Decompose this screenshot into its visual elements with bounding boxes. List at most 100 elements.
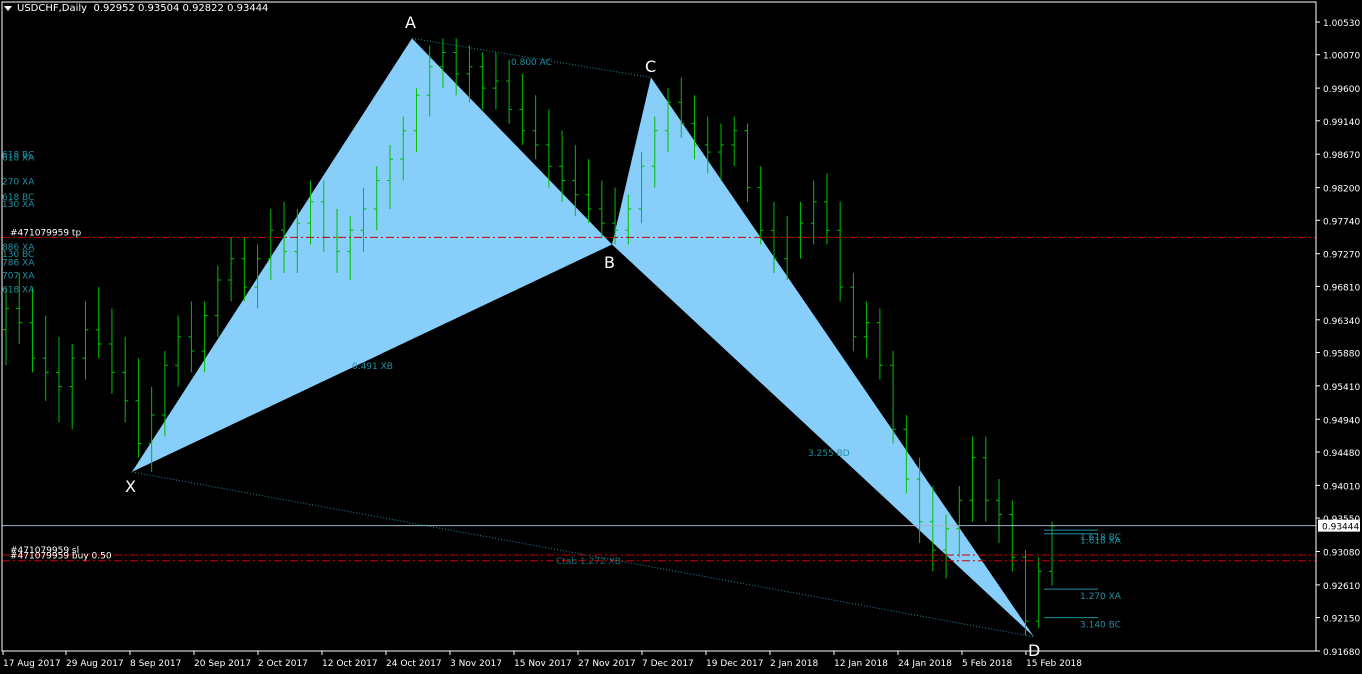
time-tick-label: 12 Jan 2018 <box>834 659 888 669</box>
ohlc-bar <box>876 308 883 380</box>
ohlc-bar <box>996 479 1003 543</box>
time-tick-label: 7 Dec 2017 <box>642 659 694 669</box>
time-tick-label: 17 Aug 2017 <box>3 659 61 669</box>
candles <box>3 38 1055 636</box>
left-level-label: 618 XA <box>2 153 35 163</box>
price-tick-label: 0.92610 <box>1323 582 1360 592</box>
ohlc-bar <box>122 336 129 423</box>
price-tick-label: 0.95880 <box>1323 349 1360 359</box>
ohlc-bar <box>466 45 473 103</box>
time-tick-label: 2 Jan 2018 <box>770 659 818 669</box>
harmonic-pattern <box>131 37 1035 638</box>
left-level-label: 786 XA <box>2 259 35 269</box>
order-label: #471079959 tp <box>10 228 81 238</box>
price-tick-label: 0.99600 <box>1323 85 1360 95</box>
ohlc-bar <box>532 95 539 160</box>
chart-window: #471079959 tp #471079959 sl #471079959 buy… <box>0 0 1362 674</box>
price-chart[interactable]: #471079959 tp#471079959 sl#471079959 buy… <box>0 0 1362 674</box>
ohlc-bar <box>479 52 486 110</box>
time-tick-label: 20 Sep 2017 <box>194 659 251 669</box>
ohlc-bar <box>95 287 102 359</box>
pattern-triangle-xab <box>132 38 612 472</box>
ohlc-bar <box>757 166 764 245</box>
time-tick-label: 27 Nov 2017 <box>578 659 636 669</box>
ratio-xb-label: 0.491 XB <box>352 362 393 372</box>
level-lines <box>2 236 1316 652</box>
ohlc-bar <box>585 159 592 224</box>
ohlc-bar <box>492 52 499 110</box>
chart-labels: #471079959 tp#471079959 sl#471079959 buy… <box>2 13 1122 660</box>
extension-label: Ctab 1.272 XB <box>556 557 621 567</box>
time-tick-label: 2 Oct 2017 <box>258 659 308 669</box>
ratio-bd-label: 3.255 BD <box>808 449 850 459</box>
ohlc-bar <box>214 265 221 337</box>
ohlc-bar <box>731 116 738 167</box>
ratio-ac-label: 0.800 AC <box>511 58 552 68</box>
d-level-label: 3.140 BC <box>1080 621 1121 631</box>
ohlc-bar <box>810 180 817 245</box>
price-tick-label: 0.98670 <box>1323 151 1360 161</box>
ohlc-bar <box>135 358 142 458</box>
time-tick-label: 15 Nov 2017 <box>514 659 572 669</box>
order-label: #471079959 buy 0.50 <box>10 552 112 562</box>
price-tick-label: 0.93080 <box>1323 548 1360 558</box>
menu-arrow-icon[interactable] <box>4 5 12 11</box>
ohlc-bar <box>784 216 791 280</box>
d-level-label: 1.270 XA <box>1080 592 1122 602</box>
price-tick-label: 1.00530 <box>1323 19 1360 29</box>
left-level-label: 130 XA <box>2 200 35 210</box>
ohlc-bar <box>717 123 724 181</box>
pattern-point-label: C <box>645 57 656 76</box>
price-tick-label: 0.99140 <box>1323 118 1360 128</box>
symbol-label: USDCHF,Daily <box>17 3 88 14</box>
left-level-label: 707 XA <box>2 271 35 281</box>
price-tick-label: 0.96340 <box>1323 317 1360 327</box>
price-tick-label: 0.94940 <box>1323 416 1360 426</box>
price-tick-label: 0.94010 <box>1323 482 1360 492</box>
current-price-box: 0.93444 <box>1318 519 1360 533</box>
ohlc-bar <box>545 109 552 188</box>
ohlc-bar <box>108 308 115 394</box>
time-tick-label: 24 Oct 2017 <box>386 659 442 669</box>
ohlc-bar <box>29 287 36 373</box>
d-level-label: 1.618 XA <box>1080 537 1122 547</box>
ohlc-bar <box>1049 521 1055 586</box>
chart-title[interactable]: USDCHF,Daily 0.92952 0.93504 0.92822 0.9… <box>4 3 268 15</box>
ohlc-bar <box>823 173 830 245</box>
price-tick-label: 0.97740 <box>1323 217 1360 227</box>
price-tick-label: 0.98200 <box>1323 185 1360 195</box>
ohlc-bar <box>598 180 605 238</box>
ohlc-bar <box>228 237 235 302</box>
ohlc-bar <box>175 315 182 387</box>
price-tick-label: 0.97270 <box>1323 251 1360 261</box>
ohlc-values: 0.92952 0.93504 0.92822 0.93444 <box>93 3 269 14</box>
left-level-label: 270 XA <box>2 177 35 187</box>
price-tick-label: 0.95410 <box>1323 383 1360 393</box>
price-tick-label: 0.96810 <box>1323 283 1360 293</box>
time-tick-label: 3 Nov 2017 <box>450 659 502 669</box>
time-tick-label: 8 Sep 2017 <box>130 659 181 669</box>
time-tick-label: 29 Aug 2017 <box>66 659 124 669</box>
pattern-point-label: B <box>604 253 615 272</box>
ohlc-bar <box>982 436 989 522</box>
ohlc-bar <box>797 201 804 259</box>
time-tick-label: 24 Jan 2018 <box>898 659 952 669</box>
ohlc-bar <box>519 73 526 145</box>
ohlc-bar <box>1035 557 1042 629</box>
ohlc-bar <box>241 237 248 302</box>
ohlc-bar <box>69 343 76 430</box>
price-tick-label: 0.94480 <box>1323 449 1360 459</box>
left-level-label: 618 XA <box>2 286 35 296</box>
ohlc-bar <box>188 301 195 373</box>
ohlc-bar <box>969 436 976 522</box>
time-tick-label: 15 Feb 2018 <box>1026 659 1082 669</box>
ohlc-bar <box>55 336 62 423</box>
pattern-triangle-bcd <box>612 77 1034 637</box>
ohlc-bar <box>16 272 23 344</box>
ohlc-bar <box>3 287 9 366</box>
ohlc-bar <box>744 123 751 202</box>
ohlc-bar <box>850 272 857 352</box>
current-price-label: 0.93444 <box>1322 523 1359 533</box>
time-tick-label: 5 Feb 2018 <box>962 659 1013 669</box>
ohlc-bar <box>837 201 844 302</box>
